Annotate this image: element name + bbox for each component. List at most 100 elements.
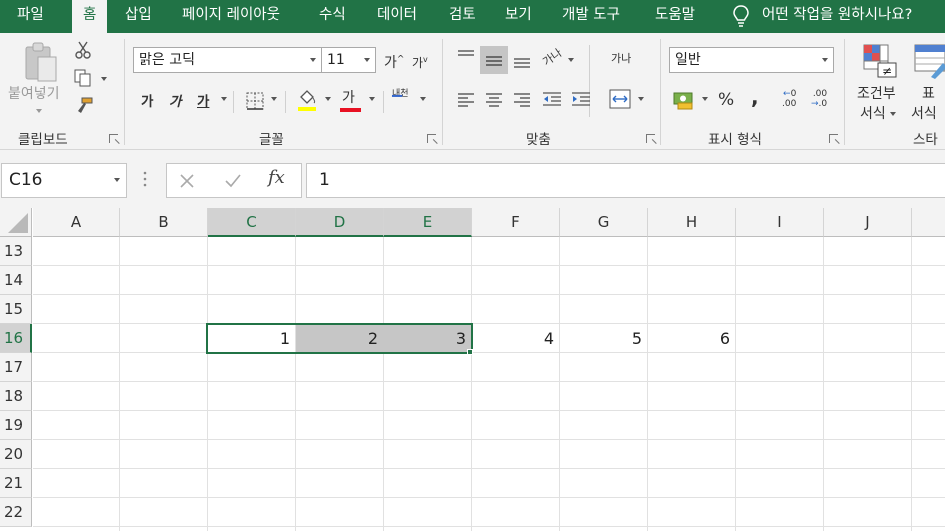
- italic-button[interactable]: 가: [169, 90, 181, 110]
- column-header-i[interactable]: I: [736, 208, 824, 237]
- border-icon[interactable]: [245, 91, 265, 111]
- conditional-formatting-button[interactable]: 조건부: [857, 83, 896, 103]
- cancel-icon[interactable]: [179, 173, 195, 189]
- tab-page-layout[interactable]: 페이지 레이아웃: [182, 0, 280, 33]
- chevron-down-icon[interactable]: [114, 178, 120, 182]
- conditional-formatting-icon[interactable]: ≠: [862, 43, 898, 79]
- comma-style-button[interactable]: ,: [751, 85, 759, 109]
- cell-h16[interactable]: 6: [648, 324, 736, 353]
- row-header-22[interactable]: 22: [0, 498, 32, 527]
- phonetic-button[interactable]: 내천 ▔: [392, 89, 409, 110]
- row-header-13[interactable]: 13: [0, 237, 32, 266]
- chevron-down-icon[interactable]: [638, 97, 644, 101]
- accounting-format-icon[interactable]: [673, 90, 695, 110]
- chevron-down-icon[interactable]: [702, 97, 708, 101]
- align-center-icon[interactable]: [484, 91, 504, 107]
- formula-bar-resize-handle[interactable]: [143, 170, 147, 188]
- shrink-font-button[interactable]: 가v: [412, 54, 428, 71]
- column-header-e[interactable]: E: [384, 208, 472, 237]
- cell-c16[interactable]: 1: [208, 324, 296, 353]
- column-header-h[interactable]: H: [648, 208, 736, 237]
- lightbulb-icon[interactable]: [731, 4, 751, 28]
- tab-developer[interactable]: 개발 도구: [562, 0, 620, 33]
- cell-f16[interactable]: 4: [472, 324, 560, 353]
- row-header-17[interactable]: 17: [0, 353, 32, 382]
- conditional-formatting-label-2[interactable]: 서식: [860, 103, 897, 123]
- cell-d16[interactable]: 2: [296, 324, 384, 353]
- align-right-icon[interactable]: [512, 91, 532, 107]
- column-header-j[interactable]: J: [824, 208, 912, 237]
- row-header-16[interactable]: 16: [0, 324, 32, 353]
- font-name-select[interactable]: 맑은 고딕: [133, 47, 322, 73]
- chevron-down-icon[interactable]: [568, 58, 574, 62]
- column-header-d[interactable]: D: [296, 208, 384, 237]
- number-launcher-icon[interactable]: [829, 134, 838, 143]
- column-header-a[interactable]: A: [33, 208, 120, 237]
- tab-review[interactable]: 검토: [449, 0, 476, 33]
- wrap-text-button[interactable]: 가나: [611, 50, 631, 66]
- tab-view[interactable]: 보기: [505, 0, 532, 33]
- copy-icon[interactable]: [74, 69, 94, 87]
- worksheet-grid[interactable]: A B C D E F G H I J 13 14 15 16 17 18 19…: [0, 208, 945, 531]
- grow-font-button[interactable]: 가^: [384, 52, 404, 72]
- chevron-down-icon[interactable]: [36, 109, 42, 113]
- column-header-g[interactable]: G: [560, 208, 648, 237]
- tab-help[interactable]: 도움말: [655, 0, 695, 33]
- increase-indent-icon[interactable]: [570, 91, 592, 107]
- clipboard-launcher-icon[interactable]: [109, 134, 118, 143]
- decrease-indent-icon[interactable]: [541, 91, 563, 107]
- font-size-select[interactable]: 11: [321, 47, 376, 73]
- align-left-icon[interactable]: [456, 91, 476, 107]
- paste-button[interactable]: 붙여넣기: [8, 83, 60, 103]
- underline-button[interactable]: 가: [197, 90, 209, 110]
- chevron-down-icon[interactable]: [325, 97, 331, 101]
- paste-icon[interactable]: [22, 41, 60, 83]
- font-color-button[interactable]: 가: [342, 87, 355, 107]
- row-header-18[interactable]: 18: [0, 382, 32, 411]
- font-launcher-icon[interactable]: [427, 134, 436, 143]
- enter-check-icon[interactable]: [224, 173, 242, 189]
- tab-data[interactable]: 데이터: [377, 0, 417, 33]
- row-header-14[interactable]: 14: [0, 266, 32, 295]
- chevron-down-icon[interactable]: [271, 97, 277, 101]
- column-header-c[interactable]: C: [208, 208, 296, 237]
- chevron-down-icon[interactable]: [101, 77, 107, 81]
- column-header-k[interactable]: [912, 208, 945, 237]
- tab-formulas[interactable]: 수식: [319, 0, 346, 33]
- chevron-down-icon[interactable]: [420, 97, 426, 101]
- column-header-f[interactable]: F: [472, 208, 560, 237]
- percent-style-button[interactable]: %: [718, 90, 734, 110]
- tab-insert[interactable]: 삽입: [125, 0, 152, 33]
- cut-icon[interactable]: [74, 41, 92, 59]
- bold-button[interactable]: 가: [141, 90, 153, 110]
- fill-color-icon[interactable]: [296, 89, 318, 113]
- merge-center-icon[interactable]: [609, 89, 631, 109]
- decrease-decimal-button[interactable]: .00 →.0: [811, 89, 827, 109]
- chevron-down-icon[interactable]: [369, 97, 375, 101]
- row-header-20[interactable]: 20: [0, 440, 32, 469]
- tab-file[interactable]: 파일: [17, 0, 44, 33]
- select-all-button[interactable]: [0, 208, 32, 237]
- format-as-table-button[interactable]: 표: [922, 83, 935, 103]
- format-as-table-label[interactable]: 서식: [911, 103, 937, 123]
- alignment-launcher-icon[interactable]: [646, 134, 655, 143]
- insert-function-button[interactable]: fx: [268, 167, 285, 188]
- formula-input[interactable]: 1: [306, 163, 945, 198]
- tell-me-search[interactable]: 어떤 작업을 원하시나요?: [762, 0, 912, 33]
- row-header-19[interactable]: 19: [0, 411, 32, 440]
- orientation-button[interactable]: 가나: [539, 45, 565, 70]
- number-format-select[interactable]: 일반: [669, 47, 834, 73]
- chevron-down-icon[interactable]: [221, 97, 227, 101]
- row-header-15[interactable]: 15: [0, 295, 32, 324]
- cell-g16[interactable]: 5: [560, 324, 648, 353]
- row-header-21[interactable]: 21: [0, 469, 32, 498]
- cell-e16[interactable]: 3: [384, 324, 472, 353]
- column-header-b[interactable]: B: [120, 208, 208, 237]
- align-bottom-icon[interactable]: [512, 53, 532, 69]
- align-top-icon[interactable]: [456, 49, 476, 65]
- name-box[interactable]: C16: [1, 163, 127, 198]
- increase-decimal-button[interactable]: ←0.00: [782, 89, 796, 109]
- format-painter-icon[interactable]: [74, 97, 94, 115]
- format-as-table-icon[interactable]: [913, 43, 945, 79]
- tab-home[interactable]: 홈: [72, 0, 108, 33]
